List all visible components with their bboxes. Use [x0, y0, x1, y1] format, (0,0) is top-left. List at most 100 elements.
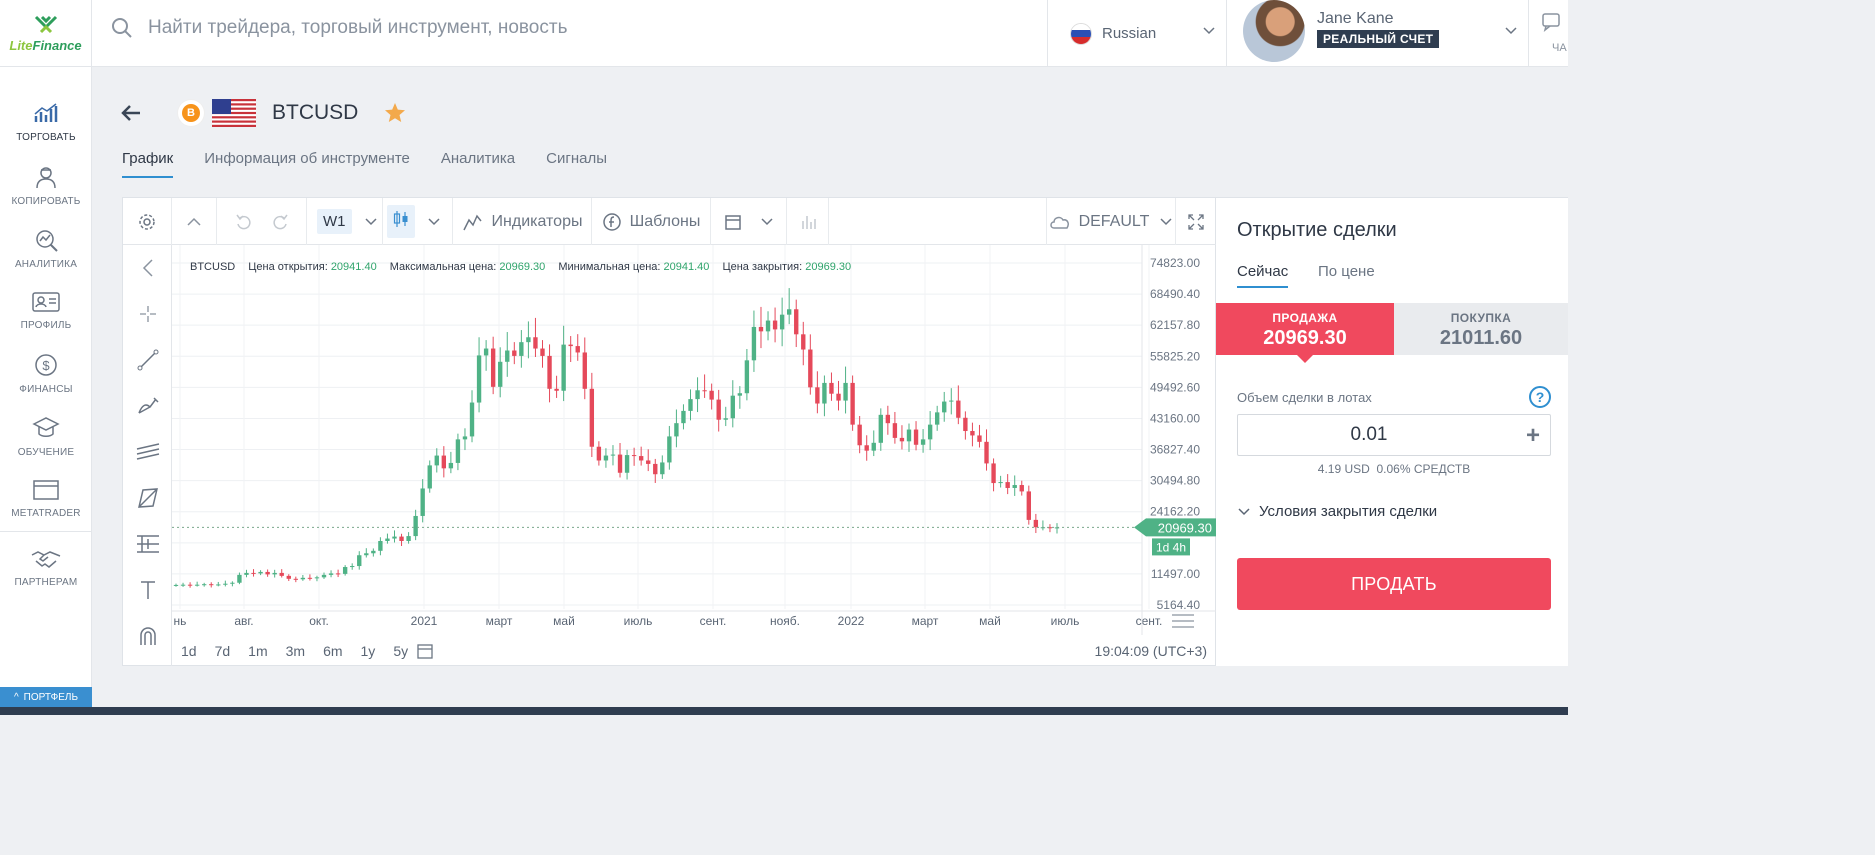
candle-up	[427, 465, 432, 489]
tab-instrument-info[interactable]: Информация об инструменте	[204, 150, 410, 178]
candle-down	[956, 400, 961, 418]
plus-icon[interactable]: +	[1526, 422, 1540, 450]
user-menu[interactable]: Jane Kane РЕАЛЬНЫЙ СЧЕТ	[1227, 0, 1529, 67]
chat-button[interactable]: ЧА	[1540, 12, 1568, 62]
sidebar-item-label: ОБУЧЕНИЕ	[17, 447, 75, 458]
sidebar-item-copy[interactable]: КОПИРОВАТЬ	[0, 164, 92, 224]
sidebar-item-finance[interactable]: $ ФИНАНСЫ	[0, 352, 92, 412]
portfolio-toggle[interactable]: ^ ПОРТФЕЛЬ	[0, 687, 92, 707]
candle-down	[758, 326, 764, 332]
volume-toggle-button[interactable]	[787, 198, 829, 245]
chevron-down-icon	[1203, 27, 1215, 35]
candle-up	[357, 555, 362, 567]
sidebar-item-trade[interactable]: ТОРГОВАТЬ	[0, 102, 92, 162]
channel-tool[interactable]	[123, 429, 172, 475]
legend-close-value: 20969.30	[805, 261, 852, 273]
x-tick-label: май	[553, 614, 575, 628]
range-7d[interactable]: 7d	[215, 643, 231, 659]
user-name: Jane Kane	[1317, 10, 1394, 27]
x-tick-label: июль	[1051, 614, 1080, 628]
volume-value[interactable]: 0.01	[1238, 424, 1500, 446]
templates-button[interactable]: Шаблоны	[592, 198, 711, 245]
tab-analytics[interactable]: Аналитика	[441, 150, 515, 178]
candle-down	[638, 456, 644, 461]
collapse-tools-button[interactable]	[123, 245, 172, 291]
search-bar[interactable]: Найти трейдера, торговый инструмент, нов…	[110, 16, 567, 40]
redo-icon[interactable]	[270, 212, 290, 232]
range-3m[interactable]: 3m	[286, 643, 305, 659]
buy-price-box[interactable]: ПОКУПКА 21011.60	[1394, 303, 1568, 355]
candle-up	[603, 455, 609, 461]
chart-type-selector[interactable]	[383, 198, 453, 245]
x-tick-label: 2022	[838, 614, 865, 628]
crosshair-tool[interactable]	[123, 291, 172, 337]
text-tool[interactable]	[123, 567, 172, 613]
collapse-toolbar-button[interactable]	[172, 198, 217, 245]
candle-up	[674, 423, 679, 437]
candle-down	[913, 429, 919, 445]
calendar-icon	[724, 214, 741, 230]
x-tick-label: сент.	[1136, 614, 1163, 628]
help-icon[interactable]: ?	[1529, 386, 1551, 408]
pattern-tool[interactable]	[123, 475, 172, 521]
tab-market-now[interactable]: Сейчас	[1237, 263, 1289, 288]
sidebar-item-label: ФИНАНСЫ	[19, 384, 73, 395]
candle-down	[801, 334, 806, 350]
volume-field[interactable]: 0.01 +	[1237, 414, 1551, 456]
sell-button[interactable]: ПРОДАТЬ	[1237, 558, 1551, 610]
tab-by-price[interactable]: По цене	[1318, 263, 1375, 286]
x-tick-label: сент.	[700, 614, 727, 628]
measure-tool[interactable]	[123, 521, 172, 567]
date-range-button[interactable]	[711, 198, 787, 245]
search-input[interactable]: Найти трейдера, торговый инструмент, нов…	[148, 17, 567, 39]
range-1m[interactable]: 1m	[248, 643, 267, 659]
language-selector[interactable]: Russian	[1047, 0, 1227, 67]
countdown-label: 1d 4h	[1156, 540, 1186, 554]
range-1y[interactable]: 1y	[361, 643, 376, 659]
trend-line-tool[interactable]	[123, 337, 172, 383]
back-arrow-icon[interactable]	[120, 102, 142, 124]
x-tick-label: нояб.	[770, 614, 800, 628]
legend-open-label: Цена открытия:	[248, 261, 328, 273]
layout-selector[interactable]: DEFAULT	[1046, 198, 1176, 245]
favorite-star-icon[interactable]	[384, 102, 406, 124]
ruler-icon	[136, 535, 159, 553]
candle-up	[202, 584, 207, 586]
range-1d[interactable]: 1d	[181, 643, 197, 659]
chevron-down-icon	[428, 217, 440, 225]
sidebar-item-label: METATRADER	[11, 508, 81, 519]
x-tick-label: июль	[624, 614, 653, 628]
tab-chart[interactable]: График	[122, 150, 174, 178]
account-type-badge: РЕАЛЬНЫЙ СЧЕТ	[1317, 30, 1440, 48]
window-icon	[33, 480, 59, 500]
brush-tool[interactable]	[123, 383, 172, 429]
bitcoin-glyph: B	[182, 104, 200, 122]
candle-up	[483, 348, 489, 356]
sidebar-item-education[interactable]: ОБУЧЕНИЕ	[0, 415, 92, 475]
range-6m[interactable]: 6m	[323, 643, 342, 659]
candlestick-chart[interactable]: 74823.00 68490.40 62157.80 55825.20 49492.60…	[172, 245, 1217, 635]
chart-settings-button[interactable]	[123, 198, 172, 245]
logo[interactable]: LiteFinance	[0, 0, 92, 67]
sell-price-box[interactable]: ПРОДАЖА 20969.30	[1216, 303, 1394, 363]
timeframe-selector[interactable]: W1	[307, 198, 383, 245]
candle-up	[300, 577, 306, 580]
bottom-bar	[0, 707, 1568, 715]
candle-down	[589, 388, 595, 447]
sidebar-item-metatrader[interactable]: METATRADER	[0, 478, 92, 538]
calendar-icon[interactable]	[417, 643, 433, 659]
price-chart[interactable]: 74823.00 68490.40 62157.80 55825.20 49492.60…	[172, 245, 1217, 635]
search-icon	[112, 18, 132, 38]
sidebar-item-analytics[interactable]: АНАЛИТИКА	[0, 227, 92, 287]
candle-up	[723, 418, 728, 420]
fullscreen-button[interactable]	[1176, 198, 1216, 245]
sidebar-item-partners[interactable]: ПАРТНЕРАМ	[0, 547, 92, 607]
sidebar-item-profile[interactable]: ПРОФИЛЬ	[0, 290, 92, 350]
undo-icon[interactable]	[234, 212, 254, 232]
indicators-button[interactable]: Индикаторы	[453, 198, 592, 245]
close-conditions-toggle[interactable]: Условия закрытия сделки	[1237, 503, 1437, 520]
magnet-tool[interactable]	[123, 613, 172, 659]
avatar[interactable]	[1243, 0, 1305, 62]
range-5y[interactable]: 5y	[393, 643, 408, 659]
tab-signals[interactable]: Сигналы	[546, 150, 607, 178]
